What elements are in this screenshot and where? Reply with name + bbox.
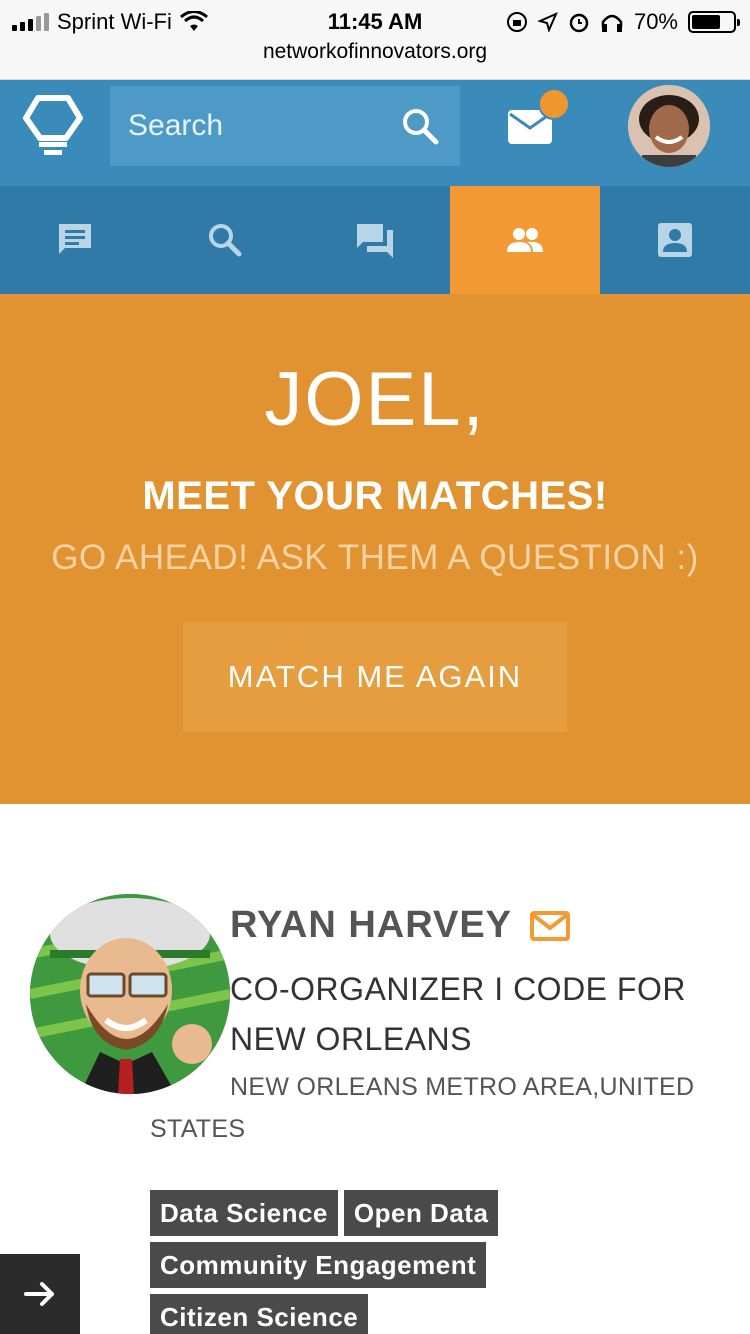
matches-hero: JOEL, MEET YOUR MATCHES! GO AHEAD! ASK T…	[0, 294, 750, 804]
profile-icon	[658, 223, 692, 257]
user-avatar[interactable]	[628, 85, 710, 167]
battery-percent: 70%	[633, 9, 678, 34]
match-location: NEW ORLEANS METRO AREA,UNITED STATES	[150, 1073, 695, 1143]
chat-icon	[357, 224, 393, 258]
people-icon	[507, 228, 543, 252]
lightbulb-logo-icon[interactable]	[22, 94, 84, 156]
page-subtitle: GO AHEAD! ASK THEM A QUESTION :)	[51, 538, 699, 577]
alarm-icon	[569, 13, 589, 33]
unread-badge	[538, 88, 570, 120]
match-card: RYAN HARVEY CO-ORGANIZER I CODE FOR NEW …	[0, 804, 750, 1334]
tag-item[interactable]: Community Engagement	[150, 1242, 487, 1288]
greeting: JOEL,	[264, 357, 486, 442]
arrow-right-icon	[24, 1282, 54, 1306]
tab-search[interactable]	[150, 186, 300, 294]
rotation-lock-icon	[506, 12, 527, 32]
tag-item[interactable]: Open Data	[343, 1190, 499, 1236]
match-avatar[interactable]	[30, 894, 230, 1094]
headphones-icon	[601, 14, 623, 32]
url-bar[interactable]: networkofinnovators.org	[0, 40, 750, 64]
tab-matches[interactable]	[450, 186, 600, 294]
next-match-button[interactable]	[0, 1254, 80, 1334]
tab-feed[interactable]	[0, 186, 150, 294]
tab-profile[interactable]	[600, 186, 750, 294]
match-me-again-button[interactable]: MATCH ME AGAIN	[183, 622, 567, 732]
search-input[interactable]: Search	[110, 86, 460, 166]
status-bar: Sprint Wi-Fi 11:45 AM 70% networkofinnov…	[0, 0, 750, 80]
match-name[interactable]: RYAN HARVEY	[230, 904, 512, 947]
tag-item[interactable]: Citizen Science	[150, 1294, 369, 1334]
search-placeholder: Search	[128, 109, 224, 142]
feed-icon	[59, 224, 91, 254]
location-icon	[537, 12, 558, 32]
app-header: Search	[0, 80, 750, 186]
search-icon[interactable]	[400, 106, 440, 146]
tab-chat[interactable]	[300, 186, 450, 294]
match-role: CO-ORGANIZER I CODE FOR NEW ORLEANS	[230, 971, 686, 1057]
match-name-row: RYAN HARVEY	[230, 904, 571, 947]
battery-icon	[688, 11, 740, 33]
page-title: MEET YOUR MATCHES!	[142, 474, 608, 518]
main-nav	[0, 186, 750, 294]
search-icon	[209, 224, 242, 257]
send-message-icon[interactable]	[530, 910, 571, 941]
interest-tags: Data Science Open Data Community Engageme…	[150, 1190, 650, 1334]
tag-item[interactable]: Data Science	[150, 1190, 338, 1236]
